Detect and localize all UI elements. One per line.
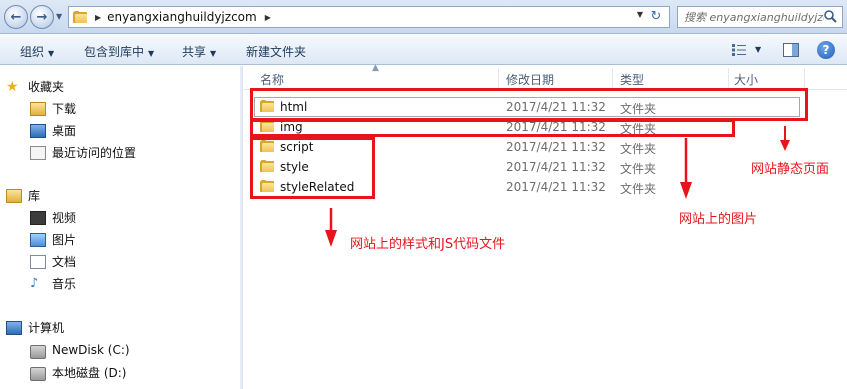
column-modified[interactable]: 修改日期 — [506, 71, 554, 88]
column-type[interactable]: 类型 — [620, 71, 644, 88]
nav-downloads-label: 下载 — [52, 102, 77, 116]
annotation-arrow-icon — [325, 208, 337, 247]
sort-ascending-icon: ▲ — [372, 63, 379, 73]
annotation-arrow-icon — [680, 138, 692, 199]
downloads-folder-icon — [30, 101, 46, 116]
share-button[interactable]: 共享 ▼ — [182, 43, 216, 60]
document-icon — [30, 254, 46, 269]
search-input[interactable] — [684, 10, 824, 24]
include-in-library-button[interactable]: 包含到库中 ▼ — [84, 43, 154, 60]
refresh-icon[interactable]: ↻ — [647, 8, 665, 26]
forward-button[interactable]: → — [30, 5, 54, 29]
change-view-icon[interactable] — [731, 43, 747, 57]
file-modified: 2017/4/21 11:32 — [506, 140, 606, 154]
include-in-library-label: 包含到库中 — [84, 45, 145, 59]
dropdown-arrow-icon: ▼ — [210, 49, 217, 58]
breadcrumb-current[interactable]: enyangxianghuildyjzcom — [107, 10, 257, 24]
column-divider[interactable] — [498, 68, 499, 88]
nav-pictures-label: 图片 — [52, 233, 77, 247]
chevron-right-icon[interactable]: ▶ — [95, 13, 101, 22]
nav-desktop[interactable]: 桌面 — [30, 122, 76, 139]
dropdown-arrow-icon: ▼ — [48, 49, 55, 58]
pictures-icon — [30, 232, 46, 247]
nav-music-label: 音乐 — [52, 277, 77, 291]
organize-label: 组织 — [20, 45, 45, 59]
file-type: 文件夹 — [620, 182, 657, 196]
nav-favorites-label: 收藏夹 — [28, 80, 65, 94]
nav-scrollbar[interactable] — [240, 66, 242, 389]
back-button[interactable]: ← — [4, 5, 28, 29]
nav-computer[interactable]: 计算机 — [6, 319, 64, 336]
nav-recent-label: 最近访问的位置 — [52, 146, 137, 160]
share-label: 共享 — [182, 45, 207, 59]
nav-music[interactable]: ♪ 音乐 — [30, 275, 76, 292]
library-icon — [6, 188, 22, 203]
star-icon: ★ — [6, 78, 19, 95]
hard-disk-icon — [30, 345, 46, 359]
recent-places-icon — [30, 145, 46, 160]
search-box[interactable] — [677, 6, 843, 28]
annotation-arrow-icon — [780, 126, 790, 151]
dropdown-arrow-icon: ▼ — [148, 49, 155, 58]
nav-computer-label: 计算机 — [28, 321, 65, 335]
annotation-box-images — [250, 119, 735, 137]
annotation-label-styles-js: 网站上的样式和JS代码文件 — [350, 237, 506, 252]
forward-arrow-icon: → — [36, 9, 48, 25]
nav-desktop-label: 桌面 — [52, 124, 77, 138]
command-bar: 组织 ▼ 包含到库中 ▼ 共享 ▼ 新建文件夹 ▼ ? — [0, 35, 847, 65]
column-divider[interactable] — [804, 68, 805, 88]
desktop-icon — [30, 123, 46, 138]
nav-libraries-label: 库 — [28, 189, 41, 203]
folder-icon — [73, 11, 87, 23]
nav-documents[interactable]: 文档 — [30, 253, 76, 270]
back-arrow-icon: ← — [10, 9, 22, 25]
annotation-box-static-pages — [250, 88, 808, 121]
nav-libraries[interactable]: 库 — [6, 187, 40, 204]
nav-disk-d[interactable]: 本地磁盘 (D:) — [30, 363, 126, 381]
column-divider[interactable] — [612, 68, 613, 88]
music-note-icon: ♪ — [30, 275, 39, 291]
file-type: 文件夹 — [620, 162, 657, 176]
chevron-right-icon[interactable]: ▶ — [265, 13, 271, 22]
hard-disk-icon — [30, 367, 46, 381]
annotation-box-styles-js — [250, 137, 375, 199]
file-modified: 2017/4/21 11:32 — [506, 180, 606, 194]
nav-disk-d-label: 本地磁盘 (D:) — [52, 365, 127, 380]
annotation-label-images: 网站上的图片 — [679, 212, 758, 227]
nav-videos[interactable]: 视频 — [30, 209, 76, 226]
file-modified: 2017/4/21 11:32 — [506, 160, 606, 174]
address-bar: ← → ▼ ▶ enyangxianghuildyjzcom ▶ ▼ ↻ — [0, 0, 847, 34]
organize-button[interactable]: 组织 ▼ — [20, 43, 54, 60]
navigation-pane: ★ 收藏夹 下载 桌面 最近访问的位置 库 视频 图片 文档 ♪ 音乐 计算机 … — [0, 66, 243, 389]
nav-videos-label: 视频 — [52, 211, 77, 225]
nav-downloads[interactable]: 下载 — [30, 100, 76, 117]
column-header: ▲ 名称 修改日期 类型 大小 — [244, 63, 847, 90]
preview-pane-icon[interactable] — [783, 43, 799, 57]
computer-icon — [6, 320, 22, 335]
nav-disk-c-label: NewDisk (C:) — [52, 343, 130, 357]
help-icon[interactable]: ? — [817, 41, 835, 59]
annotation-label-static-pages: 网站静态页面 — [751, 162, 830, 177]
nav-favorites[interactable]: ★ 收藏夹 — [6, 78, 64, 95]
video-icon — [30, 210, 46, 225]
nav-documents-label: 文档 — [52, 255, 77, 269]
column-name[interactable]: 名称 — [260, 71, 284, 88]
column-divider[interactable] — [728, 68, 729, 88]
nav-disk-c[interactable]: NewDisk (C:) — [30, 341, 130, 359]
path-dropdown[interactable]: ▼ — [637, 10, 643, 19]
recent-pages-dropdown[interactable]: ▼ — [56, 12, 62, 21]
nav-pictures[interactable]: 图片 — [30, 231, 76, 248]
nav-recent-places[interactable]: 最近访问的位置 — [30, 144, 136, 161]
path-box[interactable]: ▶ enyangxianghuildyjzcom ▶ ▼ ↻ — [68, 6, 670, 28]
column-size[interactable]: 大小 — [734, 71, 758, 88]
search-icon[interactable] — [823, 9, 837, 23]
view-options-dropdown[interactable]: ▼ — [755, 45, 761, 54]
file-type: 文件夹 — [620, 142, 657, 156]
new-folder-button[interactable]: 新建文件夹 — [246, 43, 306, 60]
